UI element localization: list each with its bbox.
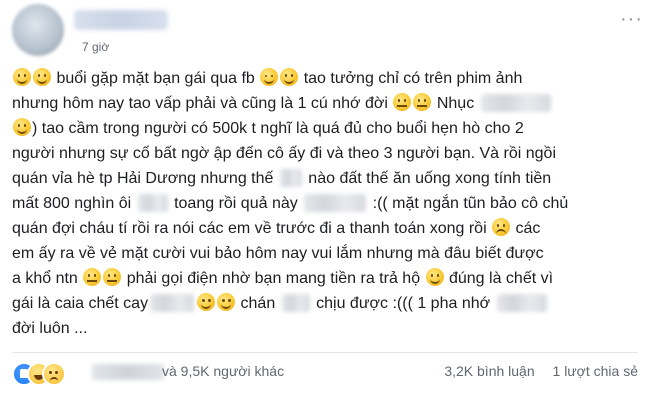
post-text-segment: Nhục (432, 95, 479, 112)
post-line: gái là caia chết cay chán chịu được :(((… (12, 291, 638, 316)
post-text-segment: nhưng hôm nay tao vấp phải và cũng là 1 … (12, 95, 393, 112)
profile-avatar[interactable] (12, 4, 64, 56)
emoji-smile-icon (280, 68, 299, 86)
emoji-flat-icon (103, 268, 122, 286)
post-text-segment: :(( mặt ngắn tũn bảo cô chủ (368, 195, 569, 212)
post-text-segment: tao tưởng chỉ có trên phim ảnh (299, 70, 523, 87)
emoji-smile-icon (33, 68, 51, 86)
post-text-segment: đúng là chết vì (444, 270, 554, 287)
comments-count[interactable]: 3,2K bình luận (444, 363, 534, 379)
post-text-segment: đời luôn ... (12, 320, 88, 337)
post-text-segment: quán vỉa hè tp Hải Dương nhưng thế (12, 170, 278, 187)
post-header: 7 giờ ··· (12, 4, 642, 62)
blurred-text (304, 194, 367, 212)
post-line: quán đợi cháu tí rồi ra nói các em về tr… (12, 216, 638, 241)
post-text-segment: chán (236, 295, 280, 312)
post-line: mất 800 nghìn ôi toang rồi quả này :(( m… (12, 191, 638, 216)
blurred-text (150, 294, 195, 312)
post-text-segment: nào đất thế ăn uống xong tính tiền (303, 170, 552, 187)
emoji-flat-icon (413, 93, 432, 111)
post-text-segment: gái là caia chết cay (12, 295, 149, 312)
emoji-sad-icon (492, 218, 511, 236)
post-line: đời luôn ... (12, 316, 638, 341)
shares-count[interactable]: 1 lượt chia sẻ (553, 363, 638, 379)
blurred-text (279, 169, 302, 187)
post-line: quán vỉa hè tp Hải Dương nhưng thế nào đ… (12, 166, 638, 191)
post-text-segment: mất 800 nghìn ôi (12, 195, 136, 212)
divider (12, 352, 638, 353)
post-line: nhưng hôm nay tao vấp phải và cũng là 1 … (12, 91, 638, 116)
post-text-segment: toang rồi quả này (169, 195, 303, 212)
blurred-text (281, 294, 310, 312)
post-text-segment: em ấy ra về vẻ mặt cười vui bảo hôm nay … (12, 245, 544, 262)
post-text-segment: phải gọi điện nhờ bạn mang tiền ra trả h… (122, 270, 425, 287)
post-line: a khổ ntn phải gọi điện nhờ bạn mang tiề… (12, 266, 638, 291)
post-line: ) tao cầm trong người có 500k t nghĩ là … (12, 116, 638, 141)
author-name[interactable] (74, 10, 168, 30)
post-text-segment: ) tao cầm trong người có 500k t nghĩ là … (32, 120, 524, 137)
sad-icon (42, 362, 66, 386)
emoji-smile-icon (13, 118, 31, 136)
emoji-smile-icon (13, 68, 31, 86)
blurred-text (480, 94, 551, 112)
emoji-flat-icon (83, 268, 102, 286)
emoji-smile-icon (425, 268, 444, 286)
blurred-text (496, 294, 547, 312)
post-line: người nhưng sự cố bất ngờ ập đến cô ấy đ… (12, 141, 638, 166)
post-text-segment: chịu được :((( 1 pha nhớ (311, 295, 495, 312)
emoji-wink-icon (260, 68, 279, 86)
post-line: buổi gặp mặt bạn gái qua fb tao tưởng ch… (12, 66, 638, 91)
post-text-segment: a khổ ntn (12, 270, 83, 287)
blurred-text (137, 194, 168, 212)
post-footer: và 9,5K người khác 3,2K bình luận 1 lượt… (12, 358, 638, 386)
reaction-icons[interactable] (12, 362, 82, 386)
reactor-name-blurred[interactable] (92, 364, 164, 380)
post-text-segment: buổi gặp mặt bạn gái qua fb (52, 70, 260, 87)
post-stats: 3,2K bình luận 1 lượt chia sẻ (430, 363, 638, 379)
more-options-icon[interactable]: ··· (620, 8, 643, 31)
post-text-segment: người nhưng sự cố bất ngờ ập đến cô ấy đ… (12, 145, 556, 162)
reactors-text[interactable]: và 9,5K người khác (162, 363, 284, 379)
post-text: buổi gặp mặt bạn gái qua fb tao tưởng ch… (12, 66, 638, 341)
post-timestamp[interactable]: 7 giờ (82, 40, 109, 54)
post-text-segment: các (511, 220, 541, 237)
post-line: em ấy ra về vẻ mặt cười vui bảo hôm nay … (12, 241, 638, 266)
emoji-up-icon (197, 293, 216, 311)
emoji-flat-icon (393, 93, 412, 111)
post-text-segment: quán đợi cháu tí rồi ra nói các em về tr… (12, 220, 492, 237)
emoji-up-icon (217, 293, 236, 311)
